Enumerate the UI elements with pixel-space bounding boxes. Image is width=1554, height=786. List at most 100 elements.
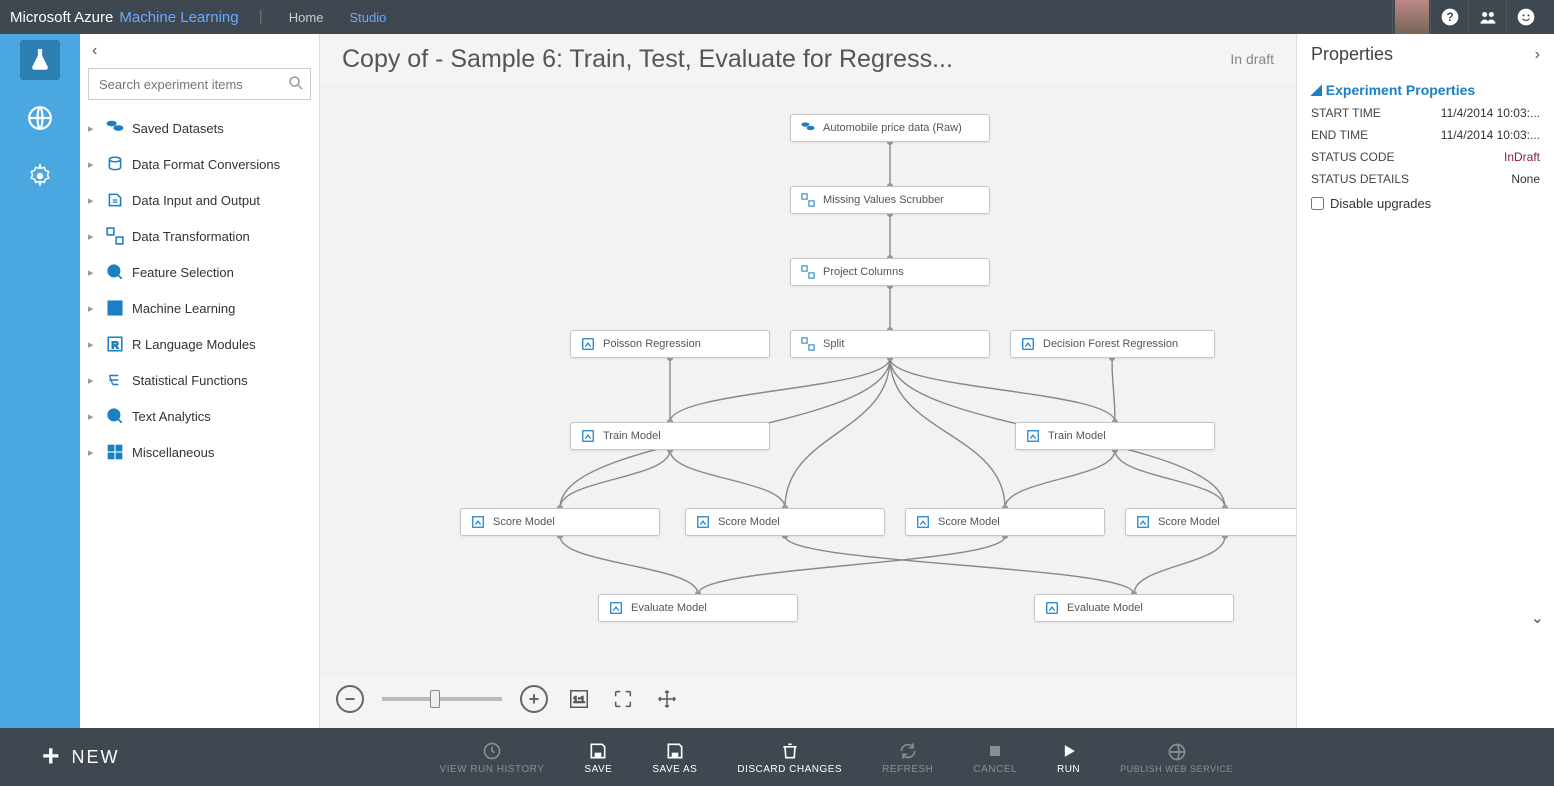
stop-icon <box>985 740 1005 762</box>
palette-category[interactable]: ▸Feature Selection <box>88 254 311 290</box>
svg-text:?: ? <box>1446 11 1453 24</box>
ml-icon <box>581 429 595 443</box>
run-button[interactable]: RUN <box>1057 740 1080 775</box>
refresh-button[interactable]: REFRESH <box>882 740 933 775</box>
category-label: Feature Selection <box>132 265 234 280</box>
discard-button[interactable]: DISCARD CHANGES <box>737 740 842 775</box>
node-score-4[interactable]: Score Model <box>1125 508 1296 536</box>
nav-studio[interactable]: Studio <box>343 10 392 25</box>
node-train-1[interactable]: Train Model <box>570 422 770 450</box>
node-evaluate-1[interactable]: Evaluate Model <box>598 594 798 622</box>
zoom-out-button[interactable]: − <box>336 685 364 713</box>
avatar[interactable] <box>1392 0 1430 34</box>
properties-more-icon[interactable]: ⌄ <box>1531 608 1544 628</box>
node-poisson[interactable]: Poisson Regression <box>570 330 770 358</box>
node-missing-values[interactable]: Missing Values Scrubber <box>790 186 990 214</box>
palette-collapse-icon[interactable]: ‹ <box>88 40 311 62</box>
dataset-icon <box>801 121 815 135</box>
save-button[interactable]: SAVE <box>584 740 612 775</box>
left-rail <box>0 34 80 728</box>
svg-text:R: R <box>111 341 119 352</box>
node-dataset[interactable]: Automobile price data (Raw) <box>790 114 990 142</box>
properties-section-header[interactable]: ◢Experiment Properties <box>1311 81 1540 98</box>
prop-start-key: START TIME <box>1311 106 1381 120</box>
ml-icon <box>471 515 485 529</box>
palette-category[interactable]: ▸ Data Input and Output <box>88 182 311 218</box>
history-icon <box>482 740 502 762</box>
category-label: Saved Datasets <box>132 121 224 136</box>
category-icon <box>106 263 124 281</box>
cancel-button[interactable]: CANCEL <box>973 740 1017 775</box>
rail-web-icon[interactable] <box>20 98 60 138</box>
category-icon <box>106 119 124 137</box>
chevron-right-icon: ▸ <box>88 194 98 207</box>
disable-upgrades-label: Disable upgrades <box>1330 196 1431 211</box>
node-split[interactable]: Split <box>790 330 990 358</box>
zoom-toolbar: − + 1:1 <box>336 678 1296 720</box>
team-icon[interactable] <box>1468 0 1506 34</box>
zoom-actual-button[interactable]: 1:1 <box>566 686 592 712</box>
zoom-slider[interactable] <box>382 697 502 701</box>
category-icon <box>106 155 124 173</box>
zoom-fit-button[interactable] <box>610 686 636 712</box>
node-evaluate-2[interactable]: Evaluate Model <box>1034 594 1234 622</box>
node-score-1[interactable]: Score Model <box>460 508 660 536</box>
search-input[interactable] <box>88 68 311 100</box>
prop-status-value: InDraft <box>1504 150 1540 164</box>
disable-upgrades-row[interactable]: Disable upgrades <box>1311 196 1540 211</box>
grid-icon <box>801 337 815 351</box>
chevron-right-icon: ▸ <box>88 446 98 459</box>
module-palette: ‹ ▸Saved Datasets▸Data Format Conversion… <box>80 34 320 728</box>
brand: Microsoft Azure Machine Learning <box>10 9 239 26</box>
ml-icon <box>916 515 930 529</box>
disable-upgrades-checkbox[interactable] <box>1311 197 1324 210</box>
node-decision-forest[interactable]: Decision Forest Regression <box>1010 330 1215 358</box>
ml-icon <box>1136 515 1150 529</box>
properties-title: Properties <box>1311 44 1393 65</box>
experiment-canvas[interactable]: Automobile price data (Raw) Missing Valu… <box>320 84 1296 676</box>
smile-icon[interactable] <box>1506 0 1544 34</box>
palette-category[interactable]: ▸Data Transformation <box>88 218 311 254</box>
experiment-title[interactable]: Copy of - Sample 6: Train, Test, Evaluat… <box>342 45 953 74</box>
palette-category[interactable]: ▸Machine Learning <box>88 290 311 326</box>
category-label: Text Analytics <box>132 409 211 424</box>
grid-icon <box>801 265 815 279</box>
category-label: Machine Learning <box>132 301 235 316</box>
palette-category[interactable]: ▸Data Format Conversions <box>88 146 311 182</box>
rail-experiments-icon[interactable] <box>20 40 60 80</box>
help-icon[interactable]: ? <box>1430 0 1468 34</box>
node-score-2[interactable]: Score Model <box>685 508 885 536</box>
trash-icon <box>780 740 800 762</box>
save-as-button[interactable]: SAVE AS <box>652 740 697 775</box>
pan-button[interactable] <box>654 686 680 712</box>
search-icon[interactable] <box>287 74 305 97</box>
view-run-history-button[interactable]: VIEW RUN HISTORY <box>440 740 545 775</box>
zoom-in-button[interactable]: + <box>520 685 548 713</box>
save-icon <box>665 740 685 762</box>
palette-category[interactable]: ▸ Statistical Functions <box>88 362 311 398</box>
node-train-2[interactable]: Train Model <box>1015 422 1215 450</box>
properties-expand-icon[interactable]: › <box>1535 46 1540 64</box>
node-project-columns[interactable]: Project Columns <box>790 258 990 286</box>
category-icon <box>106 407 124 425</box>
palette-category[interactable]: ▸Saved Datasets <box>88 110 311 146</box>
new-button[interactable]: +NEW <box>42 740 120 774</box>
ml-icon <box>1021 337 1035 351</box>
category-label: Data Input and Output <box>132 193 260 208</box>
plus-icon: + <box>42 740 62 774</box>
palette-category[interactable]: ▸Text Analytics <box>88 398 311 434</box>
ml-icon <box>1026 429 1040 443</box>
publish-button[interactable]: PUBLISH WEB SERVICE <box>1120 741 1233 774</box>
brand-divider: | <box>259 8 263 26</box>
nav-home[interactable]: Home <box>283 10 330 25</box>
category-label: Statistical Functions <box>132 373 248 388</box>
prop-status-key: STATUS CODE <box>1311 150 1395 164</box>
chevron-right-icon: ▸ <box>88 374 98 387</box>
brand-ml: Machine Learning <box>119 9 238 26</box>
prop-details-value: None <box>1511 172 1540 186</box>
category-label: Miscellaneous <box>132 445 214 460</box>
palette-category[interactable]: ▸RR Language Modules <box>88 326 311 362</box>
node-score-3[interactable]: Score Model <box>905 508 1105 536</box>
palette-category[interactable]: ▸ Miscellaneous <box>88 434 311 470</box>
rail-settings-icon[interactable] <box>20 156 60 196</box>
